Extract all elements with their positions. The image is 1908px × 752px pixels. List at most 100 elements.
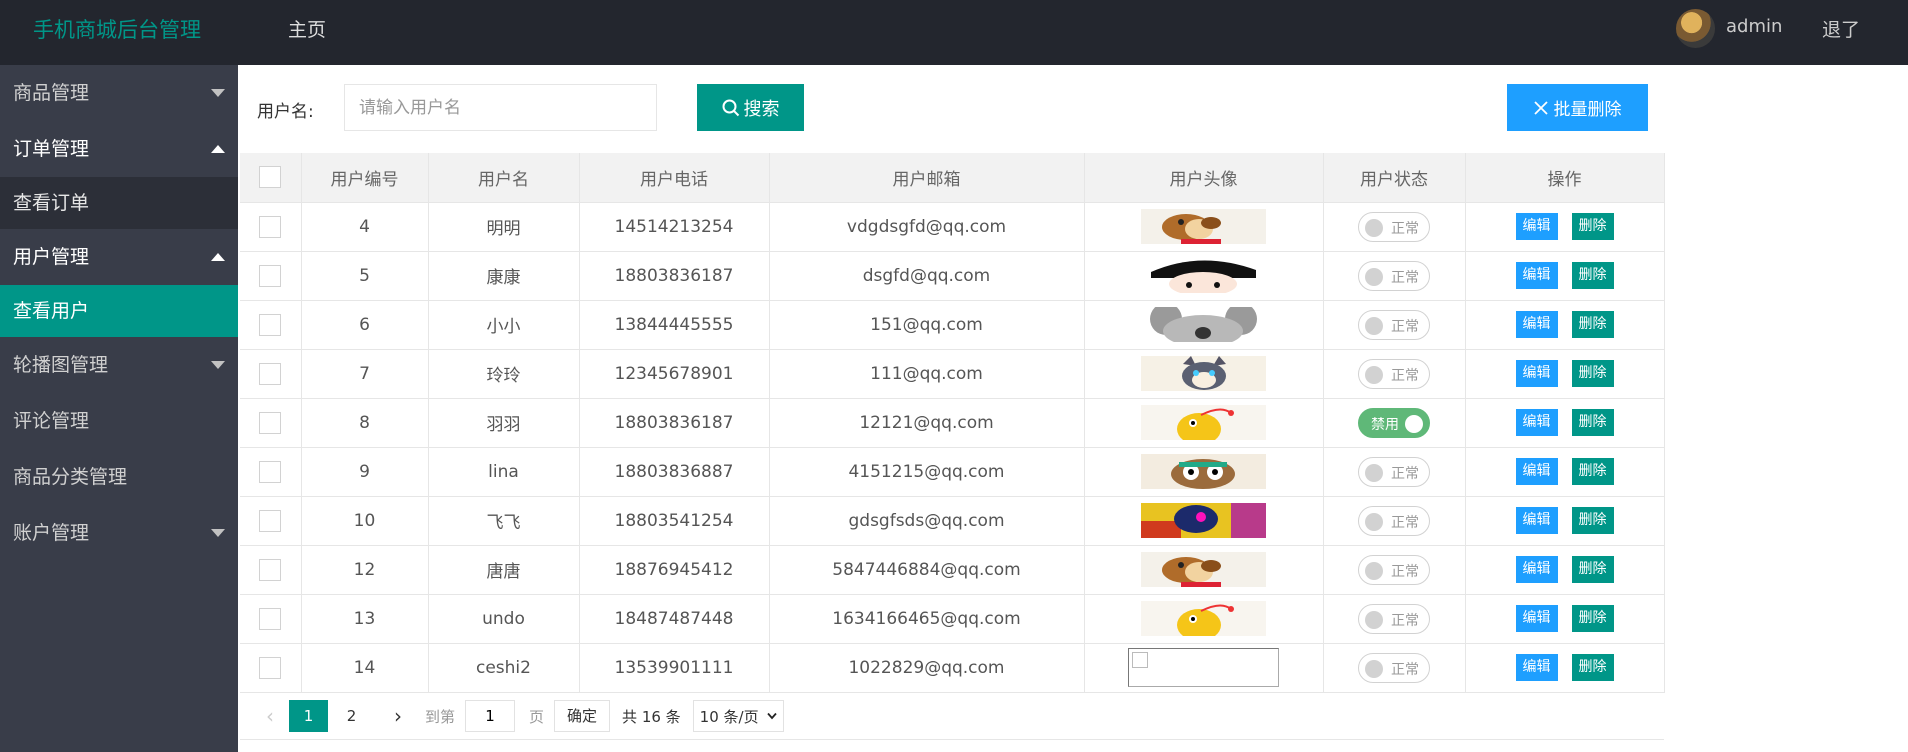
delete-button[interactable]: 删除: [1571, 458, 1614, 485]
row-select-cell: [240, 251, 302, 301]
edit-button[interactable]: 编辑: [1515, 213, 1558, 240]
username-search-input[interactable]: [344, 84, 657, 131]
logout-link[interactable]: 退了: [1822, 15, 1860, 42]
status-toggle[interactable]: 正常: [1358, 260, 1430, 291]
app-title[interactable]: 手机商城后台管理: [33, 14, 201, 44]
delete-button[interactable]: 删除: [1571, 409, 1614, 436]
chevron-down-icon: [766, 712, 777, 720]
user-phone-cell: 18876945412: [579, 545, 770, 595]
user-actions-cell: 编辑 删除: [1465, 594, 1665, 644]
sidebar: 商品管理 订单管理 查看订单 用户管理 查看用户 轮播图管理 评论管理 商品分类…: [0, 65, 238, 752]
next-page-icon[interactable]: ›: [383, 704, 413, 728]
user-actions-cell: 编辑 删除: [1465, 643, 1665, 693]
edit-button[interactable]: 编辑: [1515, 458, 1558, 485]
larva-avatar: [1141, 601, 1266, 636]
delete-button[interactable]: 删除: [1571, 605, 1614, 632]
sidebar-item-accounts[interactable]: 账户管理: [0, 505, 238, 561]
edit-button[interactable]: 编辑: [1515, 409, 1558, 436]
row-checkbox[interactable]: [259, 215, 282, 238]
user-id-cell: 6: [301, 300, 429, 350]
status-toggle[interactable]: 正常: [1358, 456, 1430, 487]
status-toggle[interactable]: 禁用: [1358, 407, 1430, 438]
top-header: 手机商城后台管理 主页 admin 退了: [0, 0, 1908, 65]
delete-button[interactable]: 删除: [1571, 507, 1614, 534]
sidebar-item-view-users[interactable]: 查看用户: [0, 285, 238, 337]
page-size-select[interactable]: 10 条/页: [692, 700, 784, 732]
row-checkbox[interactable]: [259, 264, 282, 287]
broken-image-icon: [1128, 648, 1279, 687]
status-label: 正常: [1391, 612, 1419, 629]
edit-button[interactable]: 编辑: [1515, 556, 1558, 583]
column-header: 用户状态: [1323, 153, 1466, 203]
user-email-cell: vdgdsgfd@qq.com: [769, 202, 1085, 252]
edit-button[interactable]: 编辑: [1515, 654, 1558, 681]
delete-button[interactable]: 删除: [1571, 262, 1614, 289]
sidebar-item-orders[interactable]: 订单管理: [0, 121, 238, 177]
table-header-row: 用户编号 用户名 用户电话 用户邮箱 用户头像 用户状态 操作: [240, 153, 1665, 203]
status-toggle[interactable]: 正常: [1358, 652, 1430, 683]
goto-page-input[interactable]: [465, 700, 516, 732]
status-toggle[interactable]: 正常: [1358, 358, 1430, 389]
toggle-knob: [1365, 316, 1383, 335]
row-checkbox[interactable]: [259, 411, 282, 434]
edit-button[interactable]: 编辑: [1515, 360, 1558, 387]
dog-avatar: [1141, 552, 1266, 587]
row-checkbox[interactable]: [259, 558, 282, 581]
page-button[interactable]: 1: [289, 700, 328, 732]
column-header: 用户编号: [301, 153, 429, 203]
sidebar-item-categories[interactable]: 商品分类管理: [0, 449, 238, 505]
row-checkbox[interactable]: [259, 362, 282, 385]
search-button[interactable]: 搜索: [697, 84, 804, 131]
user-phone-cell: 18803541254: [579, 496, 770, 546]
user-id-cell: 7: [301, 349, 429, 399]
edit-button[interactable]: 编辑: [1515, 262, 1558, 289]
status-toggle[interactable]: 正常: [1358, 505, 1430, 536]
status-toggle[interactable]: 正常: [1358, 309, 1430, 340]
goto-confirm-button[interactable]: 确定: [554, 700, 611, 732]
status-toggle[interactable]: 正常: [1358, 554, 1430, 585]
user-phone-cell: 14514213254: [579, 202, 770, 252]
user-actions-cell: 编辑 删除: [1465, 447, 1665, 497]
row-checkbox[interactable]: [259, 607, 282, 630]
user-avatar-cell: [1084, 643, 1324, 693]
page-button[interactable]: 2: [332, 700, 371, 732]
sidebar-item-users[interactable]: 用户管理: [0, 229, 238, 285]
prev-page-icon[interactable]: ‹: [255, 704, 285, 728]
table-row: 4 明明 14514213254 vdgdsgfd@qq.com 正常 编辑 删除: [240, 202, 1665, 252]
sidebar-item-comments[interactable]: 评论管理: [0, 393, 238, 449]
status-toggle[interactable]: 正常: [1358, 211, 1430, 242]
sidebar-item-carousel[interactable]: 轮播图管理: [0, 337, 238, 393]
row-checkbox[interactable]: [259, 656, 282, 679]
user-actions-cell: 编辑 删除: [1465, 349, 1665, 399]
user-id-cell: 9: [301, 447, 429, 497]
status-toggle[interactable]: 正常: [1358, 603, 1430, 634]
delete-button[interactable]: 删除: [1571, 360, 1614, 387]
user-id-cell: 8: [301, 398, 429, 448]
row-checkbox[interactable]: [259, 509, 282, 532]
delete-button[interactable]: 删除: [1571, 213, 1614, 240]
nav-home-link[interactable]: 主页: [288, 15, 326, 42]
delete-button[interactable]: 删除: [1571, 311, 1614, 338]
admin-name[interactable]: admin: [1726, 16, 1782, 37]
batch-delete-button[interactable]: 批量删除: [1507, 84, 1648, 131]
row-checkbox[interactable]: [259, 460, 282, 483]
user-phone-cell: 12345678901: [579, 349, 770, 399]
user-email-cell: 4151215@qq.com: [769, 447, 1085, 497]
edit-button[interactable]: 编辑: [1515, 311, 1558, 338]
larva-avatar: [1141, 405, 1266, 440]
select-all-checkbox[interactable]: [259, 166, 282, 189]
user-name-cell: 明明: [428, 202, 580, 252]
sidebar-item-goods[interactable]: 商品管理: [0, 65, 238, 121]
column-header: 用户邮箱: [769, 153, 1085, 203]
delete-button[interactable]: 删除: [1571, 556, 1614, 583]
edit-button[interactable]: 编辑: [1515, 507, 1558, 534]
toggle-knob: [1365, 512, 1383, 531]
delete-button[interactable]: 删除: [1571, 654, 1614, 681]
status-label: 正常: [1391, 220, 1419, 237]
user-id-cell: 10: [301, 496, 429, 546]
admin-avatar[interactable]: [1676, 9, 1715, 48]
row-checkbox[interactable]: [259, 313, 282, 336]
sidebar-item-view-orders[interactable]: 查看订单: [0, 177, 238, 229]
edit-button[interactable]: 编辑: [1515, 605, 1558, 632]
chevron-up-icon: [211, 253, 225, 261]
